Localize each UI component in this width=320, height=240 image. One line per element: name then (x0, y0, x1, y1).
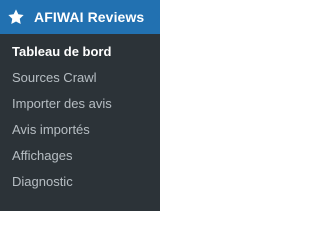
submenu-item-affichages[interactable]: Affichages (0, 143, 160, 169)
current-menu-arrow (152, 9, 160, 25)
menu-panel: AFIWAI Reviews Tableau de bord Sources C… (0, 0, 160, 211)
submenu-item-sources-crawl[interactable]: Sources Crawl (0, 65, 160, 91)
menu-title: AFIWAI Reviews (34, 9, 145, 25)
star-icon (6, 7, 26, 27)
submenu-item-importer-des-avis[interactable]: Importer des avis (0, 91, 160, 117)
submenu: Tableau de bord Sources Crawl Importer d… (0, 34, 160, 211)
submenu-item-diagnostic[interactable]: Diagnostic (0, 169, 160, 195)
menu-top-item-afiwai-reviews[interactable]: AFIWAI Reviews (0, 0, 160, 34)
submenu-item-tableau-de-bord[interactable]: Tableau de bord (0, 39, 160, 65)
admin-menu: AFIWAI Reviews Tableau de bord Sources C… (0, 0, 204, 211)
submenu-item-avis-importes[interactable]: Avis importés (0, 117, 160, 143)
